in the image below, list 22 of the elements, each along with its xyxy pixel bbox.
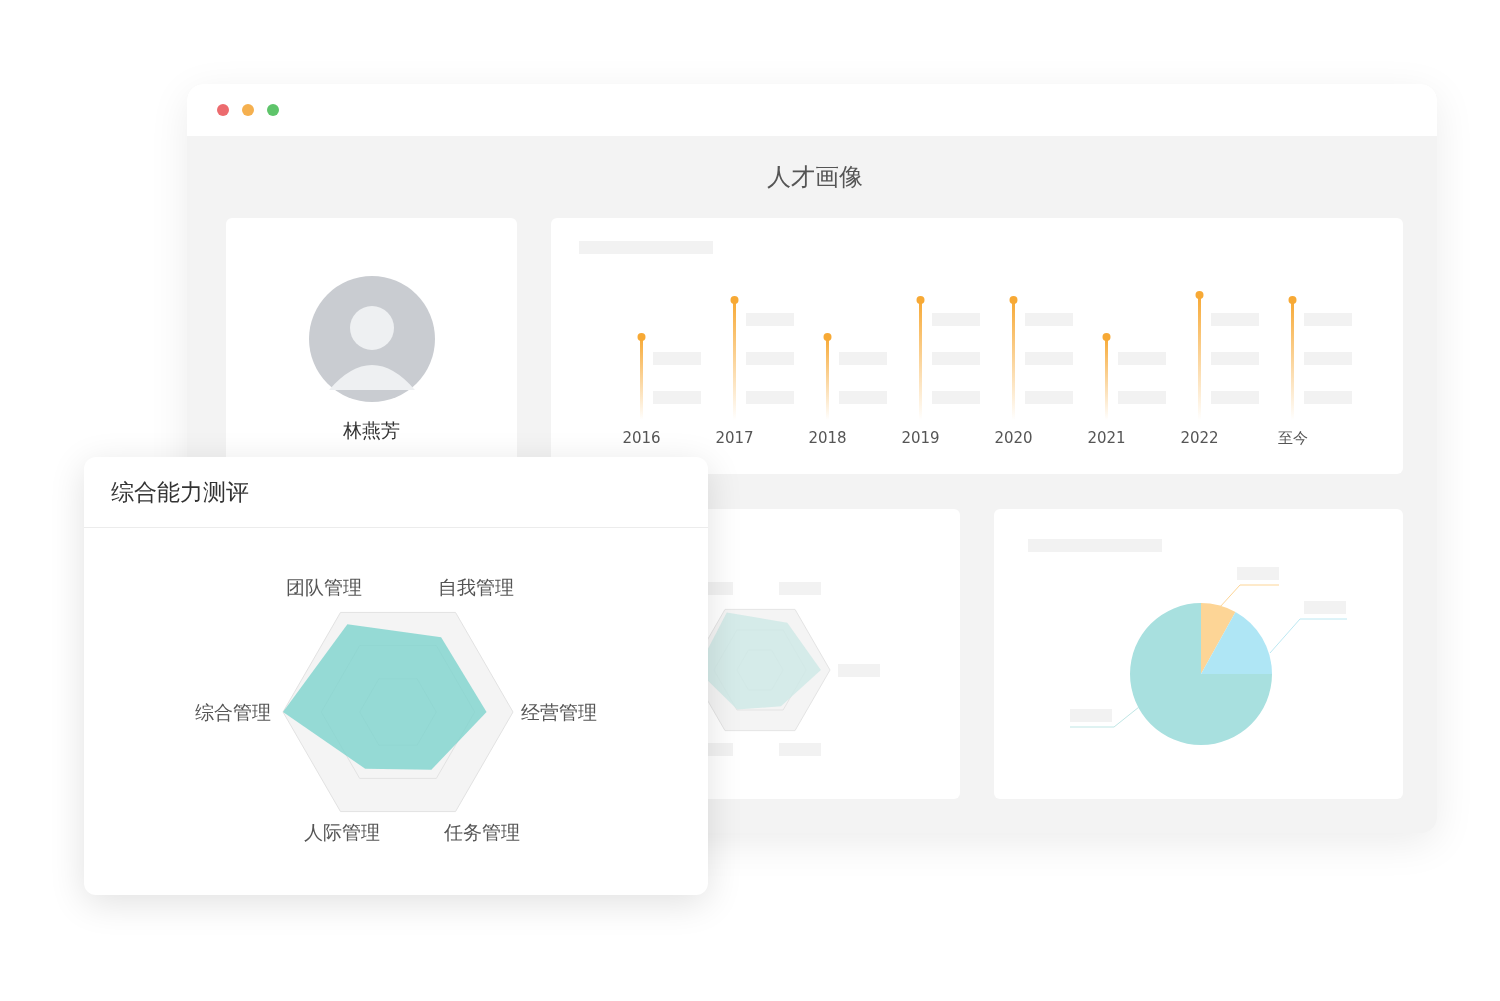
- dimension-label: 综合管理: [195, 700, 271, 723]
- year-label: 2019: [901, 429, 940, 447]
- dimension-label: 人际管理: [304, 820, 380, 843]
- card-title: 综合能力测评: [84, 457, 708, 528]
- minimize-dot-icon[interactable]: [242, 104, 254, 116]
- year-label: 2021: [1087, 429, 1126, 447]
- close-dot-icon[interactable]: [217, 104, 229, 116]
- year-label: 2017: [715, 429, 754, 447]
- leader-line: [1069, 706, 1140, 728]
- dimension-label: 任务管理: [444, 820, 520, 843]
- profile-name: 林燕芳: [343, 418, 400, 443]
- year-label: 2016: [622, 429, 661, 447]
- dimension-label: 自我管理: [438, 575, 514, 598]
- window-title: 人才画像: [765, 162, 864, 193]
- maximize-dot-icon[interactable]: [267, 104, 279, 116]
- year-label: 2020: [994, 429, 1033, 447]
- year-label: 2018: [808, 429, 847, 447]
- dimension-label: 团队管理: [286, 575, 362, 598]
- year-label: 至今: [1277, 429, 1308, 448]
- leader-line: [1219, 584, 1280, 608]
- year-label: 2022: [1180, 429, 1219, 447]
- dimension-label: 经营管理: [521, 700, 597, 723]
